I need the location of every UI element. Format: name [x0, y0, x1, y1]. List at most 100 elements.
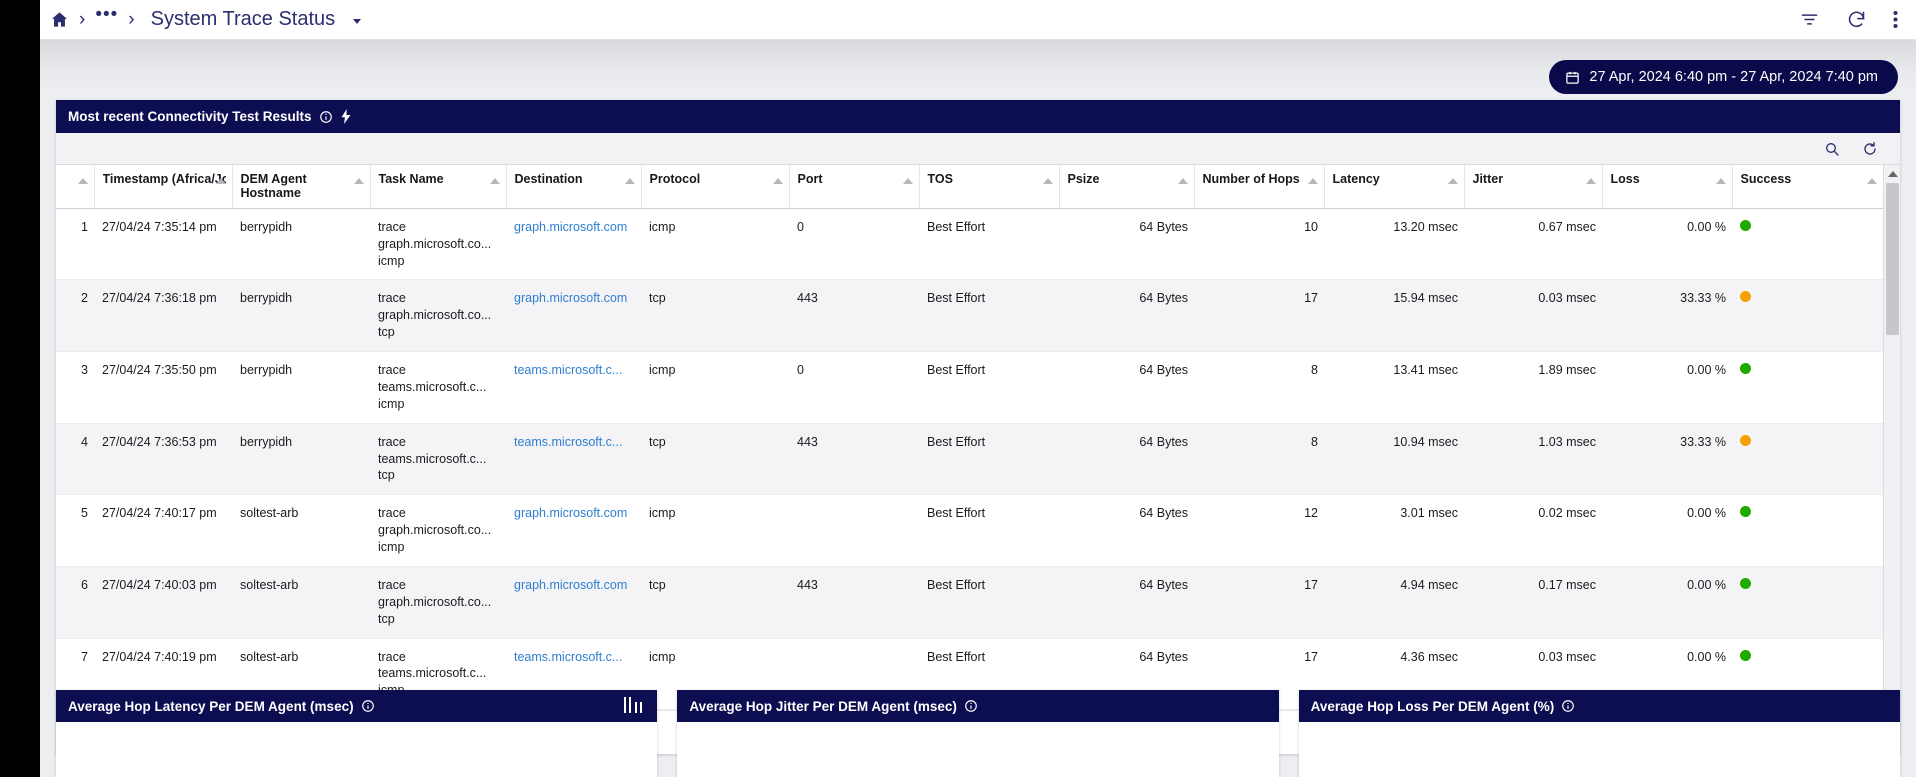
info-icon[interactable]: [319, 110, 333, 124]
cell-agent: soltest-arb: [232, 494, 370, 567]
cell-port: 443: [789, 423, 919, 496]
table-refresh-icon[interactable]: [1862, 141, 1878, 157]
cell-success: [1732, 566, 1883, 639]
date-range-picker[interactable]: 27 Apr, 2024 6:40 pm - 27 Apr, 2024 7:40…: [1549, 60, 1898, 94]
destination-link[interactable]: teams.microsoft.c...: [514, 649, 635, 666]
cell-destination: teams.microsoft.c...: [506, 423, 641, 496]
cell-protocol: icmp: [641, 208, 789, 281]
cell-latency: 3.01 msec: [1324, 494, 1464, 567]
col-header-jitter[interactable]: Jitter: [1464, 165, 1603, 209]
col-header-timestamp[interactable]: Timestamp (Africa/Johannesbur: [94, 165, 233, 209]
cell-tos: Best Effort: [919, 423, 1059, 496]
cell-tos: Best Effort: [919, 279, 1059, 352]
col-label: Timestamp (Africa/Johannesbur: [102, 172, 226, 186]
col-label: Number of Hops: [1202, 172, 1300, 186]
col-header-agent[interactable]: DEM Agent Hostname: [232, 165, 371, 209]
cell-latency: 10.94 msec: [1324, 423, 1464, 496]
cell-success: [1732, 279, 1883, 352]
sort-arrow-icon: [1447, 178, 1458, 184]
destination-link[interactable]: teams.microsoft.c...: [514, 362, 635, 379]
destination-link[interactable]: graph.microsoft.com: [514, 577, 635, 594]
breadcrumb-ellipsis[interactable]: •••: [95, 5, 118, 24]
col-header-hops[interactable]: Number of Hops: [1194, 165, 1325, 209]
sort-arrow-icon: [1307, 178, 1318, 184]
col-header-loss[interactable]: Loss: [1602, 165, 1733, 209]
page-body: 27 Apr, 2024 6:40 pm - 27 Apr, 2024 7:40…: [40, 40, 1916, 777]
col-header-port[interactable]: Port: [789, 165, 920, 209]
app-screen: › ••• › System Trace Status 27 Apr, 2024…: [0, 0, 1916, 777]
destination-link[interactable]: graph.microsoft.com: [514, 290, 635, 307]
table-row[interactable]: 3 27/04/24 7:35:50 pm berrypidh trace teams.…: [56, 351, 1883, 424]
search-icon[interactable]: [1824, 141, 1840, 157]
destination-link[interactable]: graph.microsoft.com: [514, 505, 635, 522]
refresh-icon[interactable]: [1846, 9, 1867, 30]
cell-success: [1732, 208, 1883, 281]
col-header-protocol[interactable]: Protocol: [641, 165, 790, 209]
sort-arrow-icon: [215, 178, 226, 184]
info-icon[interactable]: [1561, 699, 1575, 713]
cell-agent: berrypidh: [232, 279, 370, 352]
scroll-up-arrow-icon[interactable]: [1888, 171, 1898, 177]
cell-hops: 8: [1194, 351, 1324, 424]
col-header-success[interactable]: Success: [1732, 165, 1884, 209]
table-toolbar: [56, 133, 1900, 165]
cell-index: 6: [56, 566, 94, 639]
cell-task-name: trace graph.microsoft.co... icmp: [370, 208, 506, 281]
table-row[interactable]: 6 27/04/24 7:40:03 pm soltest-arb trace grap…: [56, 566, 1883, 639]
table-head: Timestamp (Africa/Johannesbur DEM Agent …: [56, 165, 1884, 209]
table-body: 1 27/04/24 7:35:14 pm berrypidh trace graph.…: [56, 208, 1883, 711]
destination-link[interactable]: teams.microsoft.c...: [514, 434, 635, 451]
cell-timestamp: 27/04/24 7:36:18 pm: [94, 279, 232, 352]
connectivity-results-card: Most recent Connectivity Test Results Ti…: [56, 100, 1900, 755]
bar-chart-icon[interactable]: [623, 696, 645, 716]
card-title: Most recent Connectivity Test Results: [68, 109, 312, 124]
cell-index: 5: [56, 494, 94, 567]
breadcrumb-separator-2: ›: [128, 9, 135, 30]
col-label: TOS: [927, 172, 953, 186]
results-table-wrapper: Timestamp (Africa/Johannesbur DEM Agent …: [56, 165, 1900, 711]
cell-hops: 17: [1194, 279, 1324, 352]
cell-success: [1732, 494, 1883, 567]
cell-tos: Best Effort: [919, 566, 1059, 639]
table-row[interactable]: 2 27/04/24 7:36:18 pm berrypidh trace graph.…: [56, 279, 1883, 352]
cell-timestamp: 27/04/24 7:36:53 pm: [94, 423, 232, 496]
cell-protocol: icmp: [641, 494, 789, 567]
home-icon[interactable]: [50, 10, 69, 29]
panel-chart-area: [56, 722, 658, 777]
more-vertical-icon[interactable]: [1893, 9, 1898, 30]
table-vertical-scrollbar[interactable]: [1883, 165, 1900, 711]
col-header-index[interactable]: [56, 165, 95, 209]
top-actions: [1799, 9, 1898, 30]
destination-link[interactable]: graph.microsoft.com: [514, 219, 635, 236]
cell-agent: berrypidh: [232, 423, 370, 496]
table-row[interactable]: 4 27/04/24 7:36:53 pm berrypidh trace teams.…: [56, 423, 1883, 496]
cell-jitter: 0.02 msec: [1464, 494, 1602, 567]
cell-destination: graph.microsoft.com: [506, 279, 641, 352]
table-row[interactable]: 1 27/04/24 7:35:14 pm berrypidh trace graph.…: [56, 208, 1883, 281]
cell-loss: 0.00 %: [1602, 208, 1732, 281]
breadcrumb-bar: › ••• › System Trace Status: [40, 0, 1916, 40]
sort-arrow-icon: [353, 178, 364, 184]
col-header-task[interactable]: Task Name: [370, 165, 507, 209]
scrollbar-thumb[interactable]: [1886, 183, 1899, 335]
cell-tos: Best Effort: [919, 494, 1059, 567]
table-row[interactable]: 5 27/04/24 7:40:17 pm soltest-arb trace grap…: [56, 494, 1883, 567]
col-header-destination[interactable]: Destination: [506, 165, 642, 209]
sort-arrow-icon: [902, 178, 913, 184]
col-label: Loss: [1610, 172, 1640, 186]
sort-arrow-icon: [772, 178, 783, 184]
col-header-latency[interactable]: Latency: [1324, 165, 1465, 209]
info-icon[interactable]: [361, 699, 375, 713]
status-dot-green: [1740, 363, 1751, 374]
caret-down-icon[interactable]: [353, 19, 362, 24]
col-header-psize[interactable]: Psize: [1059, 165, 1195, 209]
cell-jitter: 0.17 msec: [1464, 566, 1602, 639]
status-dot-green: [1740, 506, 1751, 518]
info-icon[interactable]: [964, 699, 978, 713]
sort-arrow-icon: [1177, 178, 1188, 184]
cell-destination: graph.microsoft.com: [506, 208, 641, 281]
cell-task-name: trace teams.microsoft.c... tcp: [370, 423, 506, 496]
cell-psize: 64 Bytes: [1059, 279, 1194, 352]
filter-icon[interactable]: [1799, 9, 1820, 30]
col-header-tos[interactable]: TOS: [919, 165, 1060, 209]
